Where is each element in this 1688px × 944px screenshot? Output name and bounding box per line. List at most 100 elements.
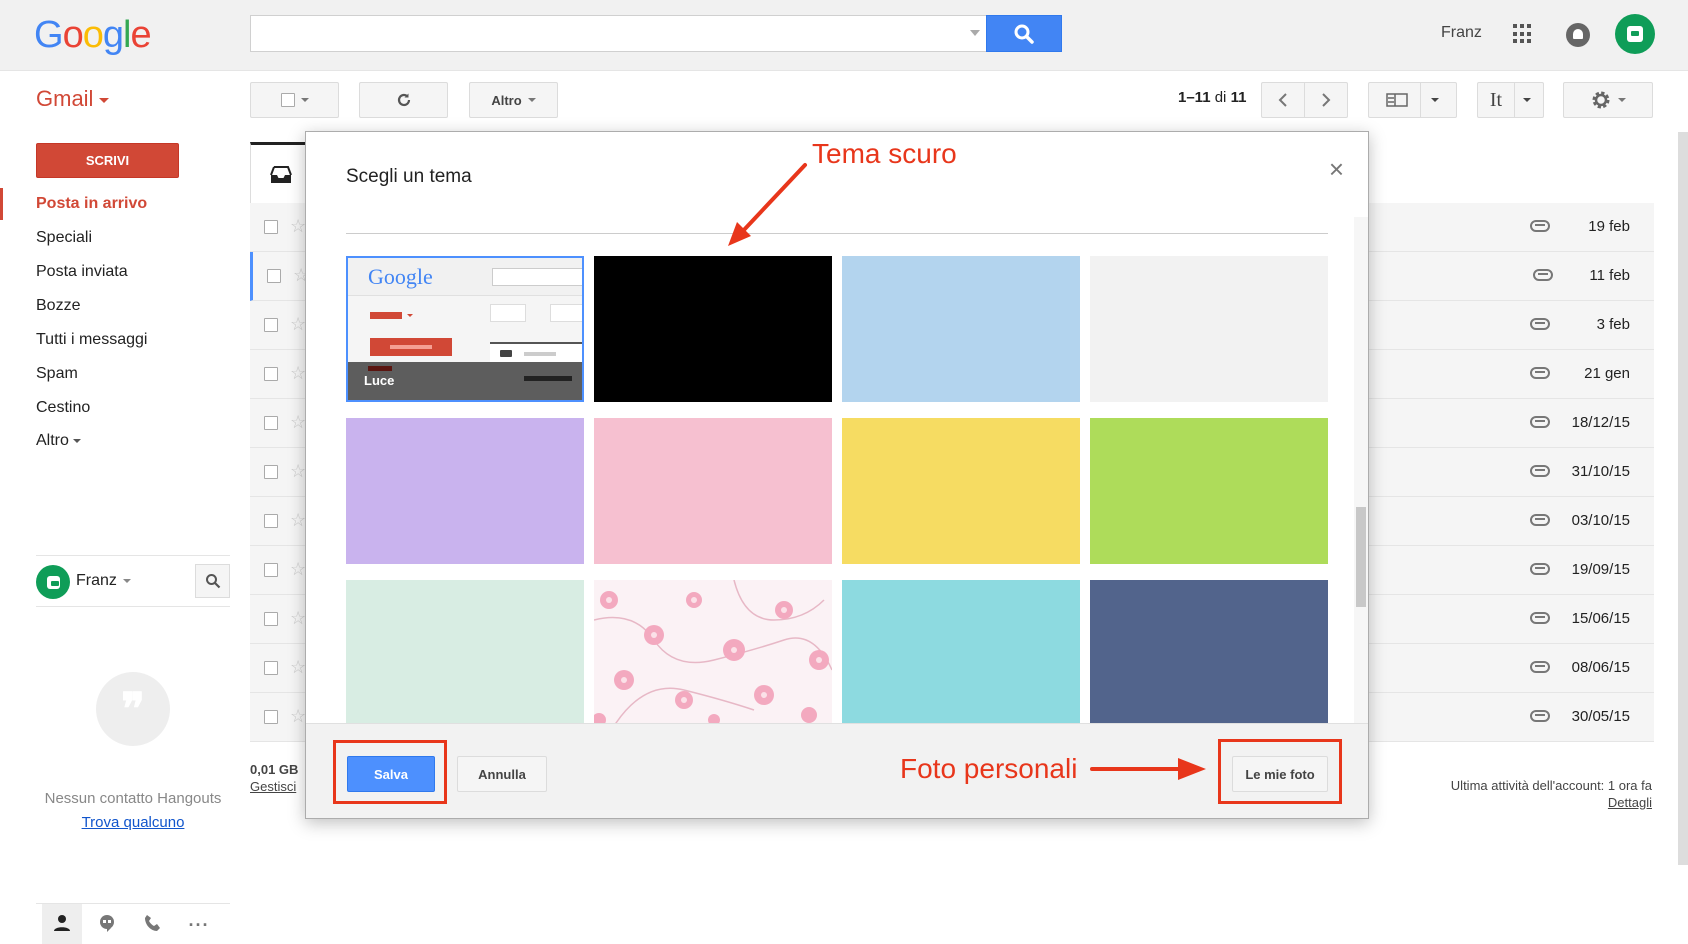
chevron-down-icon bbox=[527, 98, 536, 102]
find-someone-link[interactable]: Trova qualcuno bbox=[36, 814, 230, 831]
more-actions-button[interactable]: Altro bbox=[469, 82, 558, 118]
cancel-button[interactable]: Annulla bbox=[457, 756, 547, 792]
account-avatar[interactable] bbox=[1615, 14, 1655, 54]
row-checkbox[interactable] bbox=[264, 220, 278, 234]
chevron-right-icon bbox=[1322, 93, 1331, 107]
newer-button[interactable] bbox=[1261, 82, 1305, 118]
more-options-icon[interactable]: ··· bbox=[188, 914, 210, 936]
person-icon[interactable] bbox=[51, 914, 73, 936]
message-date: 19 feb bbox=[1588, 218, 1630, 235]
activity-details-link[interactable]: Dettagli bbox=[1608, 795, 1652, 810]
row-checkbox[interactable] bbox=[264, 514, 278, 528]
row-checkbox[interactable] bbox=[264, 416, 278, 430]
hangouts-avatar[interactable] bbox=[36, 565, 70, 599]
tab-primary[interactable] bbox=[250, 142, 310, 204]
save-highlight-box bbox=[333, 740, 447, 804]
hangouts-icon bbox=[1627, 26, 1643, 42]
dialog-scrollbar-thumb[interactable] bbox=[1356, 507, 1366, 607]
nav-inbox[interactable]: Posta in arrivo bbox=[36, 195, 147, 213]
theme-tile-mint[interactable] bbox=[346, 580, 584, 723]
star-icon[interactable]: ☆ bbox=[290, 510, 306, 531]
theme-tile-navy[interactable] bbox=[1090, 580, 1328, 723]
message-date: 18/12/15 bbox=[1571, 414, 1630, 431]
notifications-bell-icon[interactable] bbox=[1566, 23, 1590, 47]
nav-trash[interactable]: Cestino bbox=[36, 399, 90, 417]
message-date: 30/05/15 bbox=[1571, 708, 1630, 725]
dialog-scrollbar[interactable] bbox=[1354, 217, 1368, 723]
row-checkbox[interactable] bbox=[267, 269, 281, 283]
star-icon[interactable]: ☆ bbox=[290, 559, 306, 580]
theme-tile-yellow[interactable] bbox=[842, 418, 1080, 564]
phone-icon[interactable] bbox=[142, 914, 164, 936]
star-icon[interactable]: ☆ bbox=[290, 706, 306, 727]
theme-tile-cyan[interactable] bbox=[842, 580, 1080, 723]
theme-tile-light[interactable]: Google Luce bbox=[346, 256, 584, 402]
row-checkbox[interactable] bbox=[264, 612, 278, 626]
refresh-button[interactable] bbox=[359, 82, 448, 118]
row-checkbox[interactable] bbox=[264, 318, 278, 332]
hangouts-search-button[interactable] bbox=[195, 564, 230, 598]
dialog-divider bbox=[346, 233, 1328, 234]
theme-tile-cherry-blossom[interactable] bbox=[594, 580, 832, 723]
settings-button[interactable] bbox=[1563, 82, 1653, 118]
theme-tile-green[interactable] bbox=[1090, 418, 1328, 564]
theme-tile-light-blue[interactable] bbox=[842, 256, 1080, 402]
search-options-chevron-icon[interactable] bbox=[970, 30, 980, 36]
dark-theme-annotation: Tema scuro bbox=[812, 138, 957, 169]
checkbox-icon bbox=[280, 93, 295, 107]
input-tools-button[interactable]: It bbox=[1477, 82, 1544, 118]
star-icon[interactable]: ☆ bbox=[290, 412, 306, 433]
theme-tile-pink[interactable] bbox=[594, 418, 832, 564]
row-checkbox[interactable] bbox=[264, 367, 278, 381]
attachment-icon bbox=[1530, 563, 1550, 575]
theme-tile-dark[interactable] bbox=[594, 256, 832, 402]
gear-icon bbox=[1592, 91, 1610, 109]
preview-google-logo: Google bbox=[368, 264, 433, 289]
chevron-down-icon bbox=[122, 578, 131, 583]
blossom-pattern-icon bbox=[594, 580, 832, 723]
theme-tile-white[interactable] bbox=[1090, 256, 1328, 402]
pager-of: di bbox=[1214, 89, 1227, 106]
hangouts-quote-small-icon[interactable] bbox=[96, 914, 118, 936]
older-button[interactable] bbox=[1304, 82, 1348, 118]
star-icon[interactable]: ☆ bbox=[290, 363, 306, 384]
google-logo[interactable]: Google bbox=[34, 14, 152, 57]
star-icon[interactable]: ☆ bbox=[290, 216, 306, 237]
attachment-icon bbox=[1530, 220, 1550, 232]
hangouts-footer: ··· bbox=[36, 903, 230, 944]
row-checkbox[interactable] bbox=[264, 661, 278, 675]
manage-storage-link[interactable]: Gestisci bbox=[250, 779, 296, 794]
search-button[interactable] bbox=[986, 15, 1062, 52]
page-scrollbar[interactable] bbox=[1678, 132, 1688, 865]
nav-drafts[interactable]: Bozze bbox=[36, 297, 80, 315]
theme-tile-lavender[interactable] bbox=[346, 418, 584, 564]
row-checkbox[interactable] bbox=[264, 710, 278, 724]
gmail-menu[interactable]: Gmail bbox=[36, 86, 110, 112]
close-icon[interactable]: × bbox=[1329, 154, 1344, 185]
attachment-icon bbox=[1530, 318, 1550, 330]
nav-more[interactable]: Altro bbox=[36, 432, 81, 450]
nav-sent[interactable]: Posta inviata bbox=[36, 263, 128, 281]
compose-button[interactable]: SCRIVI bbox=[36, 143, 179, 178]
gmail-window: Google Franz Gmail Altro 1–11 di 11 It S… bbox=[0, 0, 1688, 944]
row-checkbox[interactable] bbox=[264, 465, 278, 479]
nav-starred[interactable]: Speciali bbox=[36, 229, 92, 247]
star-icon[interactable]: ☆ bbox=[290, 314, 306, 335]
hangouts-quote-icon: ❞ bbox=[96, 672, 170, 746]
nav-spam[interactable]: Spam bbox=[36, 365, 78, 383]
nav-all-mail[interactable]: Tutti i messaggi bbox=[36, 331, 147, 349]
star-icon[interactable]: ☆ bbox=[290, 461, 306, 482]
star-icon[interactable]: ☆ bbox=[290, 657, 306, 678]
star-icon[interactable]: ☆ bbox=[290, 608, 306, 629]
theme-dialog: Scegli un tema × Google Luce Salva Annul… bbox=[305, 131, 1369, 819]
message-date: 11 feb bbox=[1589, 267, 1630, 284]
select-all-button[interactable] bbox=[250, 82, 339, 118]
account-name[interactable]: Franz bbox=[1441, 24, 1482, 42]
split-pane-button[interactable] bbox=[1368, 82, 1457, 118]
hangouts-user[interactable]: Franz bbox=[76, 572, 131, 590]
row-checkbox[interactable] bbox=[264, 563, 278, 577]
message-date: 19/09/15 bbox=[1571, 561, 1630, 578]
apps-grid-icon[interactable] bbox=[1513, 24, 1533, 44]
search-input[interactable] bbox=[250, 15, 986, 52]
chevron-left-icon bbox=[1278, 93, 1287, 107]
